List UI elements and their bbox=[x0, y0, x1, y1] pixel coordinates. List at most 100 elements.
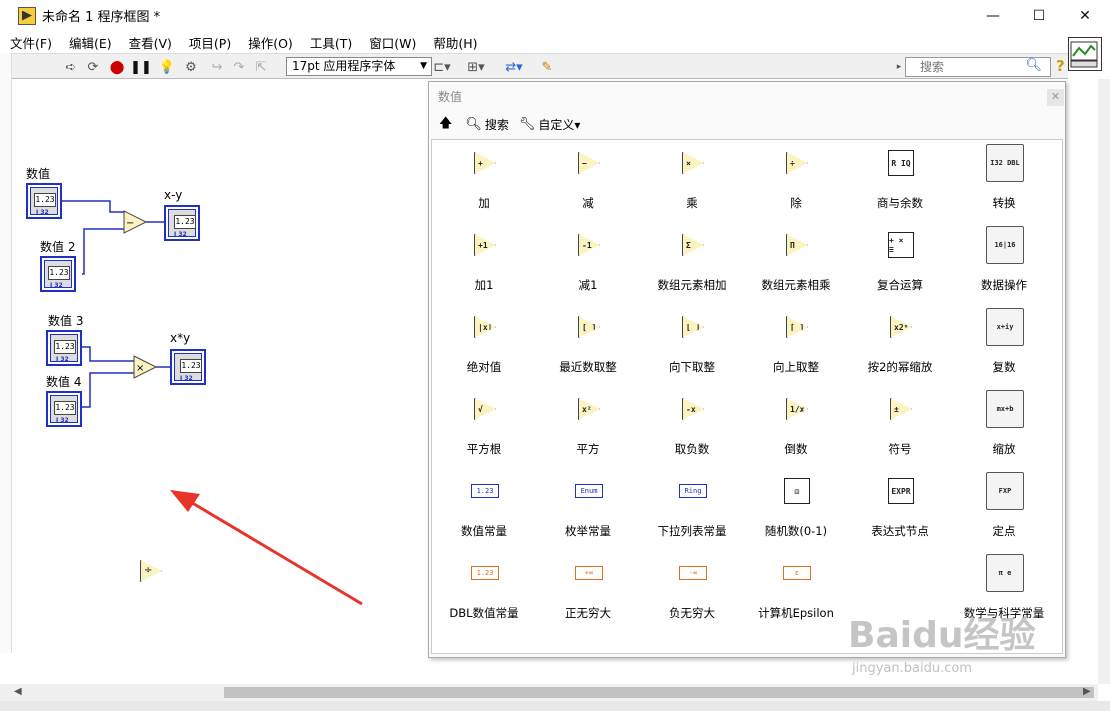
menu-tools[interactable]: 工具(T) bbox=[300, 33, 359, 52]
palette-item[interactable]: 1.23 DBL数值常量 bbox=[432, 550, 536, 632]
menu-edit[interactable]: 编辑(E) bbox=[59, 33, 119, 52]
palette-item-label: 按2的幂缩放 bbox=[867, 360, 933, 374]
palette-up-button[interactable]: 🡅 bbox=[439, 114, 455, 136]
palette-close-button[interactable]: ✕ bbox=[1047, 89, 1064, 106]
palette-customize-button[interactable]: 🔧︎ 自定义▾ bbox=[519, 116, 581, 133]
palette-item[interactable]: [ ] 最近数取整 bbox=[536, 304, 640, 386]
indicator-label: x-y bbox=[164, 188, 183, 202]
palette-item-icon: × bbox=[682, 152, 704, 174]
right-edge bbox=[1098, 79, 1110, 684]
vi-icon[interactable] bbox=[1068, 37, 1102, 71]
align-objects-icon[interactable]: ⊏▾ bbox=[430, 58, 454, 76]
menu-window[interactable]: 窗口(W) bbox=[359, 33, 423, 52]
palette-item-label: 加1 bbox=[474, 278, 494, 292]
palette-item[interactable]: ± 符号 bbox=[848, 386, 952, 468]
palette-item[interactable]: 1/x 倒数 bbox=[744, 386, 848, 468]
palette-item[interactable]: − 减 bbox=[536, 140, 640, 222]
step-into-icon[interactable]: ↪ bbox=[208, 58, 226, 76]
chevron-down-icon: ▼ bbox=[420, 61, 427, 71]
scroll-left-icon[interactable]: ◀ bbox=[14, 686, 22, 697]
palette-item-label: 商与余数 bbox=[877, 196, 923, 210]
palette-item-label: 表达式节点 bbox=[871, 524, 929, 538]
palette-item[interactable]: Enum 枚举常量 bbox=[536, 468, 640, 550]
menu-view[interactable]: 查看(V) bbox=[119, 33, 179, 52]
numeric-indicator-terminal[interactable]: 1.23 I 32 bbox=[164, 205, 200, 241]
palette-item[interactable]: x2ⁿ 按2的幂缩放 bbox=[848, 304, 952, 386]
pause-icon[interactable]: ❚❚ bbox=[130, 58, 152, 76]
palette-item[interactable]: x² 平方 bbox=[536, 386, 640, 468]
palette-item[interactable]: x+iy 复数 bbox=[952, 304, 1056, 386]
palette-item[interactable]: ε 计算机Epsilon bbox=[744, 550, 848, 632]
palette-item-icon: FXP bbox=[986, 472, 1024, 510]
palette-item-label: 绝对值 bbox=[466, 360, 502, 374]
palette-item[interactable]: I32 DBL 转换 bbox=[952, 140, 1056, 222]
palette-item[interactable]: + 加 bbox=[432, 140, 536, 222]
wire[interactable] bbox=[82, 346, 134, 362]
palette-item[interactable]: mx+b 缩放 bbox=[952, 386, 1056, 468]
palette-item[interactable]: × 乘 bbox=[640, 140, 744, 222]
scroll-right-icon[interactable]: ▶ bbox=[1083, 686, 1091, 697]
step-over-icon[interactable]: ↷ bbox=[230, 58, 248, 76]
palette-item[interactable]: Ring 下拉列表常量 bbox=[640, 468, 744, 550]
retain-wire-values-icon[interactable]: ⚙ bbox=[182, 58, 200, 76]
palette-search-button[interactable]: 🔍︎ 搜索 bbox=[465, 116, 509, 133]
search-input[interactable] bbox=[920, 58, 1030, 75]
palette-item[interactable]: |x| 绝对值 bbox=[432, 304, 536, 386]
palette-item[interactable]: -x 取负数 bbox=[640, 386, 744, 468]
highlight-execution-icon[interactable]: 💡 bbox=[158, 58, 176, 76]
palette-item[interactable]: R IQ 商与余数 bbox=[848, 140, 952, 222]
step-out-icon[interactable]: ⇱ bbox=[252, 58, 270, 76]
help-icon[interactable]: ? bbox=[1056, 57, 1065, 75]
wire[interactable] bbox=[62, 200, 124, 213]
palette-item[interactable]: ⚄ 随机数(0-1) bbox=[744, 468, 848, 550]
palette-item[interactable]: EXPR 表达式节点 bbox=[848, 468, 952, 550]
menu-operate[interactable]: 操作(O) bbox=[238, 33, 300, 52]
palette-item[interactable]: Π 数组元素相乘 bbox=[744, 222, 848, 304]
scrollbar-thumb[interactable] bbox=[224, 687, 1094, 698]
palette-item-icon: ⚄ bbox=[784, 478, 810, 504]
palette-item-icon: π e bbox=[986, 554, 1024, 592]
font-dropdown[interactable]: 17pt 应用程序字体 ▼ bbox=[286, 57, 432, 76]
palette-item[interactable]: 16|16 数据操作 bbox=[952, 222, 1056, 304]
abort-icon[interactable]: ⬤ bbox=[108, 58, 126, 76]
numeric-control-terminal[interactable]: 1.23 I 32 bbox=[46, 391, 82, 427]
palette-item[interactable]: +∞ 正无穷大 bbox=[536, 550, 640, 632]
minimize-button[interactable]: — bbox=[970, 0, 1016, 31]
wire[interactable] bbox=[82, 372, 134, 408]
palette-item[interactable]: Σ 数组元素相加 bbox=[640, 222, 744, 304]
search-field[interactable]: 🔍︎ bbox=[905, 57, 1051, 77]
palette-item[interactable]: FXP 定点 bbox=[952, 468, 1056, 550]
palette-item[interactable]: -1 减1 bbox=[536, 222, 640, 304]
palette-item[interactable]: + × ≡ 复合运算 bbox=[848, 222, 952, 304]
numeric-control-terminal[interactable]: 1.23 I 32 bbox=[40, 256, 76, 292]
palette-item[interactable]: 1.23 数值常量 bbox=[432, 468, 536, 550]
palette-item[interactable]: ⌊ ⌋ 向下取整 bbox=[640, 304, 744, 386]
horizontal-scrollbar[interactable]: ◀ ▶ bbox=[0, 684, 1098, 701]
palette-item[interactable]: -∞ 负无穷大 bbox=[640, 550, 744, 632]
numeric-control-terminal[interactable]: 1.23 I 32 bbox=[46, 330, 82, 366]
menu-file[interactable]: 文件(F) bbox=[0, 33, 59, 52]
numeric-indicator-terminal[interactable]: 1.23 I 32 bbox=[170, 349, 206, 385]
search-icon[interactable]: 🔍︎ bbox=[1025, 58, 1042, 73]
numeric-control-terminal[interactable]: 1.23 I 32 bbox=[26, 183, 62, 219]
palette-item[interactable]: ÷ 除 bbox=[744, 140, 848, 222]
palette-item-icon: Enum bbox=[575, 484, 603, 498]
wire[interactable] bbox=[82, 228, 124, 275]
clean-up-diagram-icon[interactable]: ✎ bbox=[538, 58, 556, 76]
palette-item-icon: x2ⁿ bbox=[890, 316, 912, 338]
palette-item-icon: x+iy bbox=[986, 308, 1024, 346]
palette-item[interactable]: ⌈ ⌉ 向上取整 bbox=[744, 304, 848, 386]
wire-layer: − × bbox=[62, 200, 172, 408]
palette-item-label: 正无穷大 bbox=[565, 606, 611, 620]
palette-item[interactable]: √ 平方根 bbox=[432, 386, 536, 468]
menu-help[interactable]: 帮助(H) bbox=[423, 33, 484, 52]
run-continuously-icon[interactable]: ⟳ bbox=[84, 58, 102, 76]
palette-item[interactable]: +1 加1 bbox=[432, 222, 536, 304]
divide-node[interactable]: ÷ bbox=[140, 560, 162, 582]
maximize-button[interactable]: ☐ bbox=[1016, 0, 1062, 31]
run-arrow-icon[interactable]: ➪ bbox=[62, 58, 80, 76]
distribute-objects-icon[interactable]: ⊞▾ bbox=[464, 58, 488, 76]
close-button[interactable]: ✕ bbox=[1062, 0, 1108, 31]
menu-project[interactable]: 项目(P) bbox=[179, 33, 238, 52]
reorder-icon[interactable]: ⇄▾ bbox=[502, 58, 526, 76]
